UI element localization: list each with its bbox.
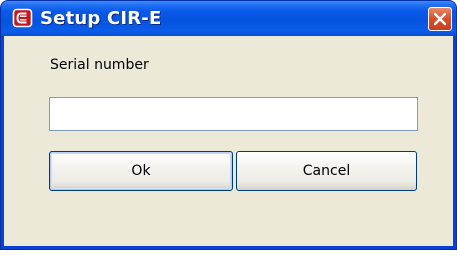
- serial-number-input[interactable]: [49, 97, 418, 131]
- ok-button[interactable]: Ok: [49, 151, 233, 191]
- title-bar[interactable]: Setup CIR-E: [1, 1, 456, 36]
- app-icon: [12, 8, 33, 28]
- close-button[interactable]: [428, 7, 452, 31]
- serial-number-label: Serial number: [50, 57, 149, 73]
- cancel-button[interactable]: Cancel: [236, 151, 417, 191]
- window-title: Setup CIR-E: [40, 8, 162, 29]
